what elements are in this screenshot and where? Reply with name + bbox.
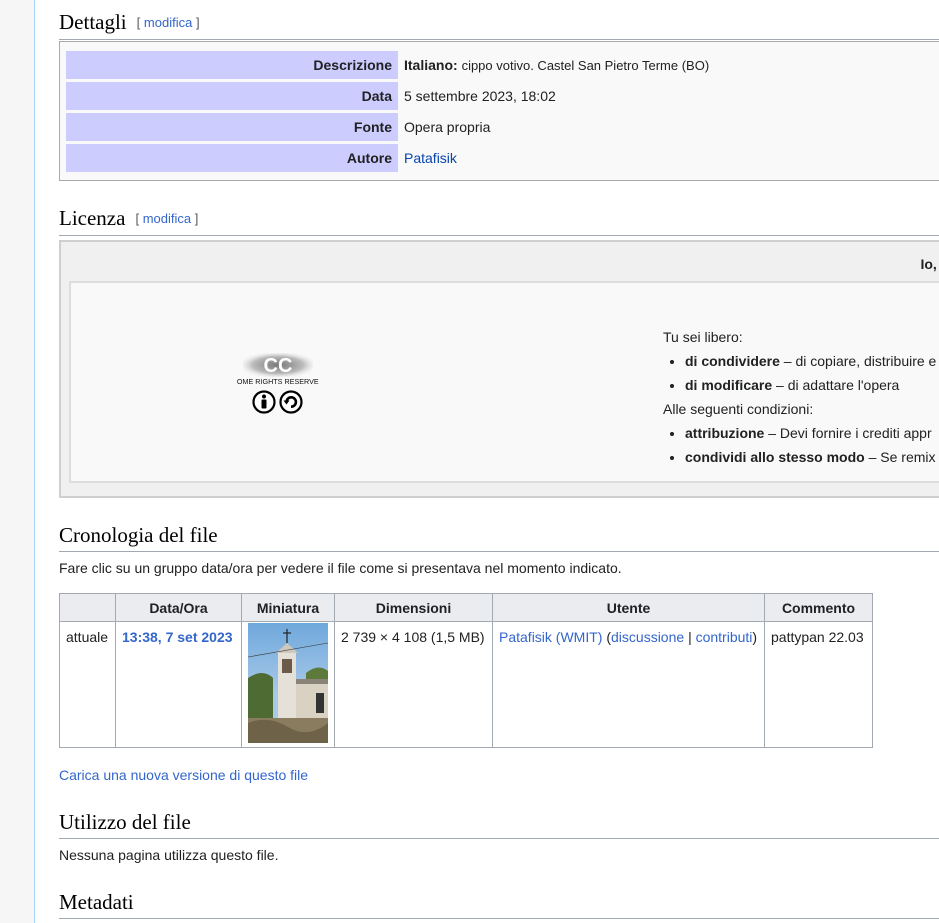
details-value: Italiano: cippo votivo. Castel San Pietr…	[398, 51, 715, 79]
license-heading: Licenza [ modifica ]	[59, 204, 939, 236]
author-link[interactable]: Patafisik	[404, 150, 457, 166]
edit-section-license: [ modifica ]	[135, 211, 198, 226]
usage-heading: Utilizzo del file	[59, 808, 939, 839]
usage-text: Nessuna pagina utilizza questo file.	[59, 847, 279, 863]
edit-details-link[interactable]: modifica	[144, 15, 192, 30]
dimensions: 2 739 × 4 108 (1,5 MB)	[334, 621, 493, 748]
version-status: attuale	[59, 621, 116, 748]
details-heading-text: Dettagli	[59, 10, 127, 34]
conditions-intro: Alle seguenti condizioni:	[663, 401, 814, 417]
history-intro: Fare clic su un gruppo data/ora per vede…	[59, 560, 622, 576]
edit-section-details: [ modifica ]	[137, 15, 200, 30]
conditions-list: attribuzione – Devi fornire i crediti ap…	[663, 421, 939, 469]
table-row: Fonte Opera propria	[66, 113, 715, 141]
condition-term: condividi allo stesso modo	[685, 449, 865, 465]
condition-desc: – Se remix	[864, 449, 936, 465]
freedom-term: di modificare	[685, 377, 773, 393]
license-inner-box: CC SOME RIGHTS RESERVED Tu sei libero	[69, 281, 939, 483]
paren-close: )	[752, 629, 758, 645]
freedom-desc: – di copiare, distribuire e	[779, 353, 937, 369]
list-item: di modificare – di adattare l'opera	[685, 373, 939, 397]
list-item: condividi allo stesso modo – Se remix	[685, 445, 939, 469]
table-header-row: Data/Ora Miniatura Dimensioni Utente Com…	[59, 593, 873, 622]
details-value: 5 settembre 2023, 18:02	[404, 88, 556, 104]
cc-sub-text: SOME RIGHTS RESERVED	[237, 377, 319, 386]
cc-license-icon[interactable]: CC SOME RIGHTS RESERVED	[232, 353, 324, 415]
details-value: Patafisik	[398, 144, 715, 172]
table-row: attuale 13:38, 7 set 2023 2 739 × 4 108 …	[59, 621, 873, 748]
version-datetime-link[interactable]: 13:38, 7 set 2023	[122, 629, 233, 645]
comment: pattypan 22.03	[764, 621, 873, 748]
details-heading: Dettagli [ modifica ]	[59, 8, 939, 40]
column-header: Miniatura	[241, 593, 335, 622]
column-header: Utente	[492, 593, 765, 622]
user-cell: Patafisik (WMIT) (discussione | contribu…	[492, 621, 765, 748]
column-header	[59, 593, 116, 622]
upload-new-version-link[interactable]: Carica una nuova versione di questo file	[59, 767, 308, 783]
edit-bracket-close: ]	[195, 15, 200, 30]
license-box: Io, de CC SOME RIGHTS RESERVED	[59, 240, 939, 498]
column-header: Commento	[764, 593, 873, 622]
freedom-desc: – di adattare l'opera	[772, 377, 900, 393]
license-heading-text: Licenza	[59, 206, 126, 230]
language-label: Italiano:	[404, 57, 458, 73]
talk-link[interactable]: discussione	[611, 629, 684, 645]
details-label: Descrizione	[66, 51, 398, 79]
description-text: cippo votivo. Castel San Pietro Terme (B…	[461, 58, 710, 73]
file-thumbnail[interactable]	[248, 623, 328, 743]
separator: |	[688, 629, 692, 645]
metadata-heading: Metadati	[59, 888, 939, 919]
user-link[interactable]: Patafisik (WMIT)	[499, 629, 602, 645]
freedom-term: di condividere	[685, 353, 780, 369]
column-header: Dimensioni	[334, 593, 493, 622]
details-label: Data	[66, 82, 398, 110]
list-item: attribuzione – Devi fornire i crediti ap…	[685, 421, 939, 445]
thumbnail-cell	[241, 621, 335, 748]
table-row: Descrizione Italiano: cippo votivo. Cast…	[66, 51, 715, 79]
license-header-text: Io, de	[920, 256, 939, 272]
edit-bracket-open: [	[136, 15, 141, 30]
condition-desc: – Devi fornire i crediti appr	[764, 425, 932, 441]
condition-term: attribuzione	[685, 425, 765, 441]
details-value: Opera propria	[404, 119, 491, 135]
details-label: Autore	[66, 144, 398, 172]
page-content: Dettagli [ modifica ] Descrizione Italian…	[34, 0, 939, 923]
list-item: di condividere – di copiare, distribuire…	[685, 349, 939, 373]
attribution-icon	[252, 390, 276, 414]
free-intro: Tu sei libero:	[663, 329, 743, 345]
edit-license-link[interactable]: modifica	[143, 211, 191, 226]
cc-logo-text: CC	[264, 355, 293, 377]
edit-bracket-open: [	[135, 211, 140, 226]
contribs-link[interactable]: contributi	[696, 629, 753, 645]
file-history-table: Data/Ora Miniatura Dimensioni Utente Com…	[59, 593, 873, 748]
history-heading: Cronologia del file	[59, 521, 939, 552]
license-terms: Tu sei libero: di condividere – di copia…	[663, 325, 939, 469]
column-header: Data/Ora	[115, 593, 242, 622]
details-table: Descrizione Italiano: cippo votivo. Cast…	[59, 41, 939, 181]
table-row: Autore Patafisik	[66, 144, 715, 172]
details-label: Fonte	[66, 113, 398, 141]
freedoms-list: di condividere – di copiare, distribuire…	[663, 349, 939, 397]
share-alike-icon	[279, 390, 303, 414]
version-datetime-cell: 13:38, 7 set 2023	[115, 621, 242, 748]
table-row: Data 5 settembre 2023, 18:02	[66, 82, 715, 110]
edit-bracket-close: ]	[194, 211, 199, 226]
